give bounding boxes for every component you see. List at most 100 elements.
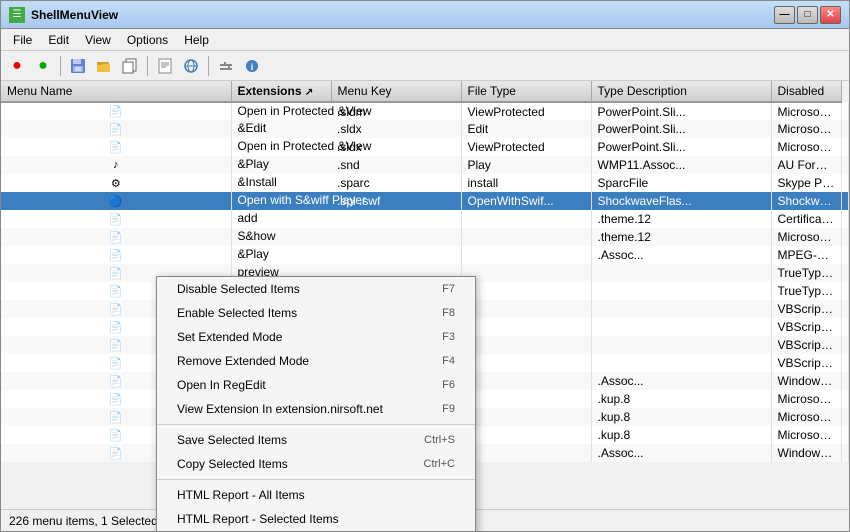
row-ext: .sparc bbox=[331, 174, 461, 192]
toolbar-separator-3 bbox=[208, 56, 209, 76]
save-button[interactable] bbox=[66, 55, 90, 77]
row-key bbox=[461, 300, 591, 318]
row-key: ViewProtected bbox=[461, 138, 591, 156]
row-desc: Certificate Trust List bbox=[771, 210, 841, 228]
context-menu-item[interactable]: View Extension In extension.nirsoft.netF… bbox=[157, 397, 475, 421]
row-icon: 📄 bbox=[1, 210, 231, 228]
row-ext: .spl .swf bbox=[331, 192, 461, 210]
row-type: PowerPoint.Sli... bbox=[591, 138, 771, 156]
col-header-disabled[interactable]: Disabled bbox=[771, 81, 841, 102]
row-disabled: No bbox=[841, 264, 849, 282]
context-menu-item[interactable]: HTML Report - All Items bbox=[157, 483, 475, 507]
context-menu-shortcut: F4 bbox=[442, 355, 455, 367]
context-menu-item[interactable]: Set Extended ModeF3 bbox=[157, 325, 475, 349]
row-desc: Shockwave Flash Object bbox=[771, 192, 841, 210]
table-row[interactable]: 📄Open in Protected &View.sldmViewProtect… bbox=[1, 102, 849, 120]
toolbar: ● ● i bbox=[1, 51, 849, 81]
row-desc: Microsoft Word Backup Docu... bbox=[771, 426, 841, 444]
web-button[interactable] bbox=[179, 55, 203, 77]
row-disabled: No bbox=[841, 390, 849, 408]
app-icon: ☰ bbox=[9, 7, 25, 23]
context-menu-item[interactable]: Remove Extended ModeF4 bbox=[157, 349, 475, 373]
row-disabled: No bbox=[841, 156, 849, 174]
col-header-type[interactable]: File Type bbox=[461, 81, 591, 102]
table-row[interactable]: 📄&Play.Assoc...MPEG-2 TS VideoNo bbox=[1, 246, 849, 264]
info-button[interactable]: i bbox=[240, 55, 264, 77]
row-icon: 📄 bbox=[1, 120, 231, 138]
context-menu-item[interactable]: Save Selected ItemsCtrl+S bbox=[157, 428, 475, 452]
col-header-desc[interactable]: Type Description bbox=[591, 81, 771, 102]
table-row[interactable]: ⚙&Install.sparcinstallSparcFileSkype Plu… bbox=[1, 174, 849, 192]
row-key bbox=[461, 336, 591, 354]
row-desc: TrueType Font file bbox=[771, 282, 841, 300]
context-menu-item[interactable]: HTML Report - Selected Items bbox=[157, 507, 475, 531]
status-text: 226 menu items, 1 Selected bbox=[9, 514, 158, 528]
menu-bar: File Edit View Options Help bbox=[1, 29, 849, 51]
row-desc: Microsoft PowerPoint Slide bbox=[771, 138, 841, 156]
context-menu-shortcut: F7 bbox=[442, 283, 455, 295]
context-menu-item-label: Disable Selected Items bbox=[177, 282, 300, 296]
menu-edit[interactable]: Edit bbox=[40, 29, 77, 50]
row-key: OpenWithSwif... bbox=[461, 192, 591, 210]
row-key: ViewProtected bbox=[461, 102, 591, 120]
table-row[interactable]: 📄Open in Protected &View.sldxViewProtect… bbox=[1, 138, 849, 156]
col-header-key[interactable]: Menu Key bbox=[331, 81, 461, 102]
row-key: install bbox=[461, 174, 591, 192]
row-ext bbox=[331, 228, 461, 246]
close-button[interactable]: ✕ bbox=[820, 6, 841, 24]
table-row[interactable]: ♪&Play.sndPlayWMP11.Assoc...AU Format So… bbox=[1, 156, 849, 174]
table-row[interactable]: 🔵Open with S&wiff Player.spl .swfOpenWit… bbox=[1, 192, 849, 210]
report-button[interactable] bbox=[153, 55, 177, 77]
context-menu-shortcut: Ctrl+S bbox=[424, 434, 455, 446]
context-menu-item-label: Copy Selected Items bbox=[177, 457, 288, 471]
row-key bbox=[461, 282, 591, 300]
row-desc: AU Format Sound bbox=[771, 156, 841, 174]
row-icon: ♪ bbox=[1, 156, 231, 174]
open-button[interactable] bbox=[92, 55, 116, 77]
row-type: WMP11.Assoc... bbox=[591, 156, 771, 174]
maximize-button[interactable]: □ bbox=[797, 6, 818, 24]
tools-button[interactable] bbox=[214, 55, 238, 77]
row-disabled: No bbox=[841, 192, 849, 210]
row-type: ShockwaveFlas... bbox=[591, 192, 771, 210]
title-bar: ☰ ShellMenuView — □ ✕ bbox=[1, 1, 849, 29]
row-desc: Microsoft Word Backup Docu... bbox=[771, 390, 841, 408]
context-menu-item[interactable]: Enable Selected ItemsF8 bbox=[157, 301, 475, 325]
row-desc: Microsoft Office Theme bbox=[771, 228, 841, 246]
row-desc: Windows Media Audio/Video file bbox=[771, 444, 841, 462]
copy-button[interactable] bbox=[118, 55, 142, 77]
green-dot-button[interactable]: ● bbox=[31, 55, 55, 77]
context-menu-item-label: Set Extended Mode bbox=[177, 330, 282, 344]
window-controls: — □ ✕ bbox=[774, 6, 841, 24]
row-key bbox=[461, 228, 591, 246]
menu-options[interactable]: Options bbox=[119, 29, 176, 50]
row-disabled: No bbox=[841, 174, 849, 192]
menu-view[interactable]: View bbox=[77, 29, 119, 50]
menu-help[interactable]: Help bbox=[176, 29, 217, 50]
table-row[interactable]: 📄S&how.theme.12Microsoft Office ThemeNo bbox=[1, 228, 849, 246]
row-icon: 📄 bbox=[1, 228, 231, 246]
col-header-name[interactable]: Menu Name bbox=[1, 81, 231, 102]
minimize-button[interactable]: — bbox=[774, 6, 795, 24]
menu-file[interactable]: File bbox=[5, 29, 40, 50]
table-row[interactable]: 📄add.theme.12Certificate Trust ListNo bbox=[1, 210, 849, 228]
row-disabled: No bbox=[841, 408, 849, 426]
row-ext: .sldx bbox=[331, 138, 461, 156]
context-menu-shortcut: F8 bbox=[442, 307, 455, 319]
row-key bbox=[461, 408, 591, 426]
context-menu-item[interactable]: Disable Selected Items F7 bbox=[157, 277, 475, 301]
red-dot-button[interactable]: ● bbox=[5, 55, 29, 77]
toolbar-separator-2 bbox=[147, 56, 148, 76]
context-menu-separator bbox=[157, 479, 475, 480]
col-header-ext[interactable]: Extensions ↗ bbox=[231, 81, 331, 102]
table-row[interactable]: 📄&Edit.sldxEditPowerPoint.Sli...Microsof… bbox=[1, 120, 849, 138]
row-disabled: No bbox=[841, 318, 849, 336]
context-menu-item[interactable]: Copy Selected ItemsCtrl+C bbox=[157, 452, 475, 476]
row-ext: .sldx bbox=[331, 120, 461, 138]
row-type bbox=[591, 300, 771, 318]
context-menu-item-label: HTML Report - Selected Items bbox=[177, 512, 339, 526]
row-desc: Microsoft PowerPoint Slide bbox=[771, 120, 841, 138]
context-menu-item[interactable]: Open In RegEditF6 bbox=[157, 373, 475, 397]
row-type: .kup.8 bbox=[591, 408, 771, 426]
row-disabled: No bbox=[841, 444, 849, 462]
